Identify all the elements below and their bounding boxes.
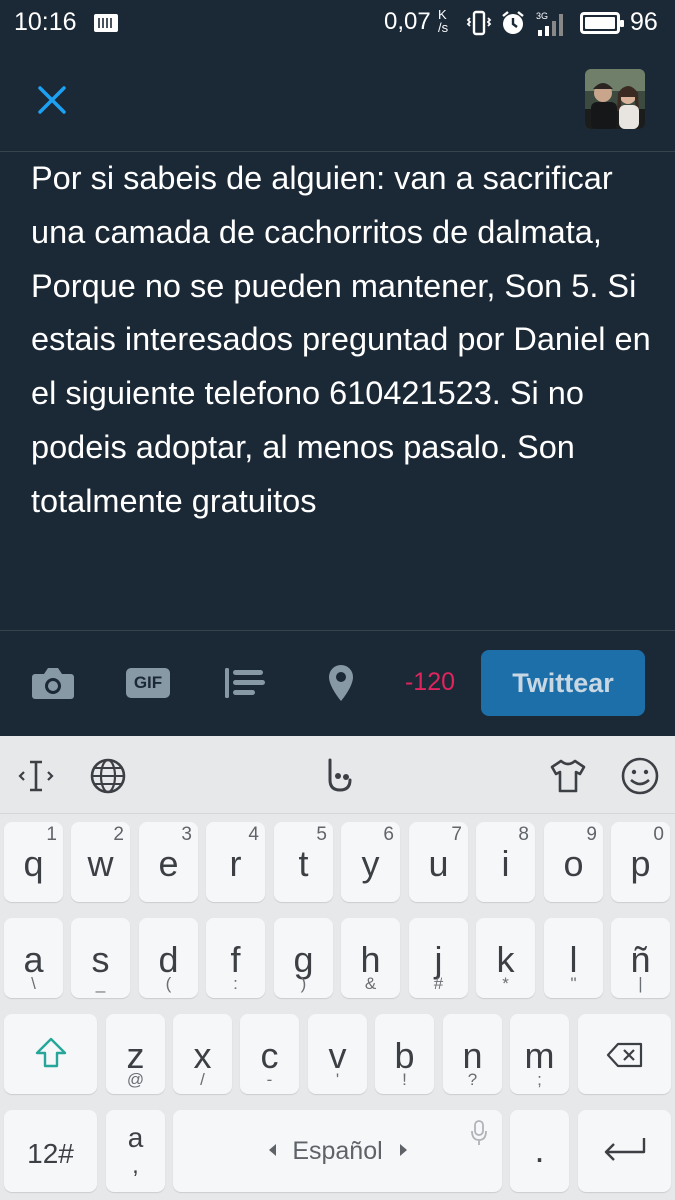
- keyboard-icon: [94, 14, 118, 32]
- shift-key[interactable]: [4, 1014, 97, 1094]
- shirt-icon: [550, 759, 586, 793]
- location-button[interactable]: [318, 658, 364, 708]
- language-button[interactable]: [86, 754, 130, 798]
- alarm-icon: [500, 10, 526, 41]
- soft-keyboard: 1q 2w 3e 4r 5t 6y 7u 8i 9o 0p a \ s _ d( f…: [0, 736, 675, 1200]
- emoji-icon: [621, 757, 659, 795]
- key-u[interactable]: 7u: [409, 822, 468, 902]
- key-m[interactable]: m;: [510, 1014, 569, 1094]
- tweet-button[interactable]: Twittear: [481, 650, 645, 716]
- shift-icon: [35, 1037, 67, 1068]
- poll-button[interactable]: [222, 658, 268, 708]
- globe-icon: [90, 758, 126, 794]
- key-s[interactable]: s _: [71, 918, 130, 998]
- cursor-icon: [18, 760, 54, 792]
- key-x[interactable]: x /: [173, 1014, 232, 1094]
- key-e[interactable]: 3e: [139, 822, 198, 902]
- emoji-button[interactable]: [618, 754, 662, 798]
- key-w[interactable]: 2w: [71, 822, 130, 902]
- network-speed-unit: K /s: [438, 7, 449, 35]
- poll-icon: [225, 668, 265, 698]
- key-q[interactable]: 1q: [4, 822, 63, 902]
- space-language-label: Español: [292, 1137, 383, 1165]
- punctuation-key[interactable]: a ,: [106, 1110, 165, 1192]
- enter-key[interactable]: [578, 1110, 671, 1192]
- key-o[interactable]: 9o: [544, 822, 603, 902]
- symbols-key[interactable]: 12#: [4, 1110, 97, 1192]
- cursor-button[interactable]: [14, 754, 58, 798]
- key-v[interactable]: v ': [308, 1014, 367, 1094]
- theme-button[interactable]: [546, 754, 590, 798]
- language-next-icon: [400, 1144, 407, 1156]
- battery-icon: [580, 12, 624, 34]
- key-p[interactable]: 0p: [611, 822, 670, 902]
- backspace-key[interactable]: [578, 1014, 671, 1094]
- key-i[interactable]: 8i: [476, 822, 535, 902]
- status-bar: 10:16 0,07 K /s 3G 96: [0, 0, 675, 48]
- tweet-compose-text[interactable]: Por si sabeis de alguien: van a sacrific…: [31, 152, 651, 529]
- key-f[interactable]: f:: [206, 918, 265, 998]
- key-n[interactable]: n?: [443, 1014, 502, 1094]
- character-count: -120: [404, 668, 456, 696]
- close-button[interactable]: [26, 74, 78, 126]
- key-l[interactable]: l ": [544, 918, 603, 998]
- key-j[interactable]: j #: [409, 918, 468, 998]
- camera-button[interactable]: [28, 658, 78, 708]
- key-r[interactable]: 4r: [206, 822, 265, 902]
- hand-icon: [328, 758, 352, 792]
- signal-icon: 3G: [534, 10, 570, 43]
- key-h[interactable]: h &: [341, 918, 400, 998]
- gif-button[interactable]: GIF: [125, 658, 171, 708]
- gesture-button[interactable]: [316, 754, 360, 798]
- toolbar-divider: [0, 630, 675, 631]
- gif-icon: GIF: [126, 668, 170, 698]
- key-z[interactable]: z @: [106, 1014, 165, 1094]
- key-t[interactable]: 5t: [274, 822, 333, 902]
- backspace-icon: [606, 1042, 643, 1068]
- profile-avatar[interactable]: [585, 69, 645, 129]
- key-k[interactable]: k *: [476, 918, 535, 998]
- key-d[interactable]: d(: [139, 918, 198, 998]
- period-key[interactable]: .: [510, 1110, 569, 1192]
- space-key[interactable]: Español: [173, 1110, 502, 1192]
- key-b[interactable]: b!: [375, 1014, 434, 1094]
- status-time: 10:16: [14, 8, 77, 36]
- key-a[interactable]: a \: [4, 918, 63, 998]
- battery-percent: 96: [630, 8, 658, 36]
- svg-text:3G: 3G: [536, 11, 548, 21]
- keyboard-toolbar: [0, 736, 675, 814]
- network-speed: 0,07: [384, 8, 431, 35]
- location-icon: [329, 665, 353, 701]
- vibrate-icon: [466, 10, 492, 41]
- key-y[interactable]: 6y: [341, 822, 400, 902]
- key-c[interactable]: c-: [240, 1014, 299, 1094]
- camera-icon: [32, 668, 74, 699]
- avatar-image: [585, 69, 645, 129]
- enter-icon: [604, 1138, 646, 1161]
- microphone-icon: [471, 1120, 487, 1145]
- key-n-tilde[interactable]: ñ |: [611, 918, 670, 998]
- close-icon: [38, 86, 66, 114]
- key-g[interactable]: g): [274, 918, 333, 998]
